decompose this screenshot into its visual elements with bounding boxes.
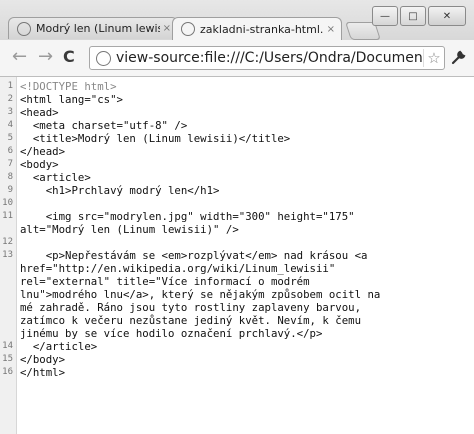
source-line: 4 <meta charset="utf-8" /> [0,119,474,132]
line-code: rel="external" title="Více informací o m… [20,275,310,288]
line-code: <h1>Prchlavý modrý len</h1> [20,184,220,197]
source-line: 8 <article> [0,171,474,184]
line-code: <meta charset="utf-8" /> [20,119,188,132]
line-code: lnu">modrého lnu</a>, který se nějakým z… [20,288,381,301]
line-number: 14 [2,341,13,351]
source-line: lnu">modrého lnu</a>, který se nějakým z… [0,288,474,301]
source-line: 15 </body> [0,353,474,366]
line-code: </html> [20,366,66,379]
line-code: <body> [20,158,59,171]
line-code: href="http://en.wikipedia.org/wiki/Linum… [20,262,336,275]
line-number: 10 [2,198,13,208]
line-number: 1 [7,81,13,91]
source-line: 10 [0,197,474,210]
line-number: 9 [7,185,13,195]
line-code: <html lang="cs"> [20,93,123,106]
source-code: 1 <!DOCTYPE html> 2 <html lang="cs"> 3 <head>… [0,77,474,379]
page-icon [17,21,31,36]
page-icon [96,50,111,66]
tab-title: Modrý len (Linum lewisii) [36,22,160,35]
line-code: <head> [20,106,59,119]
reload-icon[interactable]: C [63,48,75,66]
source-line: rel="external" title="Více informací o m… [0,275,474,288]
source-line: 7 <body> [0,158,474,171]
line-code: <p>Nepřestávám se <em>rozplývat</em> nad… [20,249,368,262]
line-number: 3 [7,107,13,117]
source-line: 2 <html lang="cs"> [0,93,474,106]
line-code: <!DOCTYPE html> [20,80,117,93]
line-number: 6 [7,146,13,156]
wrench-icon [451,50,466,65]
wrench-menu-icon[interactable] [451,50,466,69]
source-line: 14 </article> [0,340,474,353]
tab-modry-len[interactable]: Modrý len (Linum lewisii) × [8,17,178,39]
close-window-button[interactable]: ✕ [428,6,466,26]
source-line: jinému by se více hodilo označení prchla… [0,327,474,340]
source-line: 12 [0,236,474,249]
line-number: 13 [2,250,13,260]
line-code: <title>Modrý len (Linum lewisii)</title> [20,132,291,145]
line-number: 7 [7,159,13,169]
line-code: alt="Modrý len (Linum lewisii)" /> [20,223,239,236]
line-code: </head> [20,145,66,158]
line-code: <img src="modrylen.jpg" width="300" heig… [20,210,355,223]
line-number: 4 [7,120,13,130]
source-line: 3 <head> [0,106,474,119]
forward-arrow-icon[interactable]: → [38,48,53,66]
tab-title: zakladni-stranka-html.html [200,22,324,36]
navigation-toolbar: ← → C view-source:file:///C:/Users/Ondra… [0,40,474,77]
source-line: 6 </head> [0,145,474,158]
source-line: 1 <!DOCTYPE html> [0,80,474,93]
source-line: zatímco k večeru nezůstane jediný květ. … [0,314,474,327]
close-tab-icon[interactable]: × [327,24,335,35]
line-number: 12 [2,237,13,247]
tab-strip: Modrý len (Linum lewisii) × zakladni-str… [8,17,381,40]
source-line: 16 </html> [0,366,474,379]
source-line: 13 <p>Nepřestávám se <em>rozplývat</em> … [0,249,474,262]
address-bar[interactable]: view-source:file:///C:/Users/Ondra/Docum… [89,46,445,70]
back-arrow-icon[interactable]: ← [12,48,27,66]
line-code: zatímco k večeru nezůstane jediný květ. … [20,314,362,327]
bookmark-star-icon[interactable]: ☆ [423,49,444,67]
source-line: 5 <title>Modrý len (Linum lewisii)</titl… [0,132,474,145]
source-line: href="http://en.wikipedia.org/wiki/Linum… [0,262,474,275]
source-line: 11 <img src="modrylen.jpg" width="300" h… [0,210,474,223]
line-number: 5 [7,133,13,143]
page-icon [181,22,195,36]
line-code: </body> [20,353,66,366]
source-line: alt="Modrý len (Linum lewisii)" /> [0,223,474,236]
source-line: 9 <h1>Prchlavý modrý len</h1> [0,184,474,197]
line-number: 2 [7,94,13,104]
view-source-panel: 1 <!DOCTYPE html> 2 <html lang="cs"> 3 <head>… [0,77,474,434]
line-number: 15 [2,354,13,364]
tab-zakladni-stranka[interactable]: zakladni-stranka-html.html × [172,17,342,40]
minimize-button[interactable]: — [372,6,398,26]
window-controls: — □ ✕ [370,6,466,26]
line-code: <article> [20,171,91,184]
line-code: </article> [20,340,98,353]
source-line: mé zahradě. Ráno jsou tyto rostliny zapl… [0,301,474,314]
line-number: 11 [2,211,13,221]
line-code: mé zahradě. Ráno jsou tyto rostliny zapl… [20,301,362,314]
line-code: jinému by se více hodilo označení prchla… [20,327,323,340]
close-tab-icon[interactable]: × [163,23,171,34]
browser-window: Modrý len (Linum lewisii) × zakladni-str… [0,0,474,434]
line-number: 8 [7,172,13,182]
maximize-button[interactable]: □ [400,6,426,26]
title-bar: Modrý len (Linum lewisii) × zakladni-str… [0,0,474,40]
url-text[interactable]: view-source:file:///C:/Users/Ondra/Docum… [116,50,423,66]
line-number: 16 [2,367,13,377]
